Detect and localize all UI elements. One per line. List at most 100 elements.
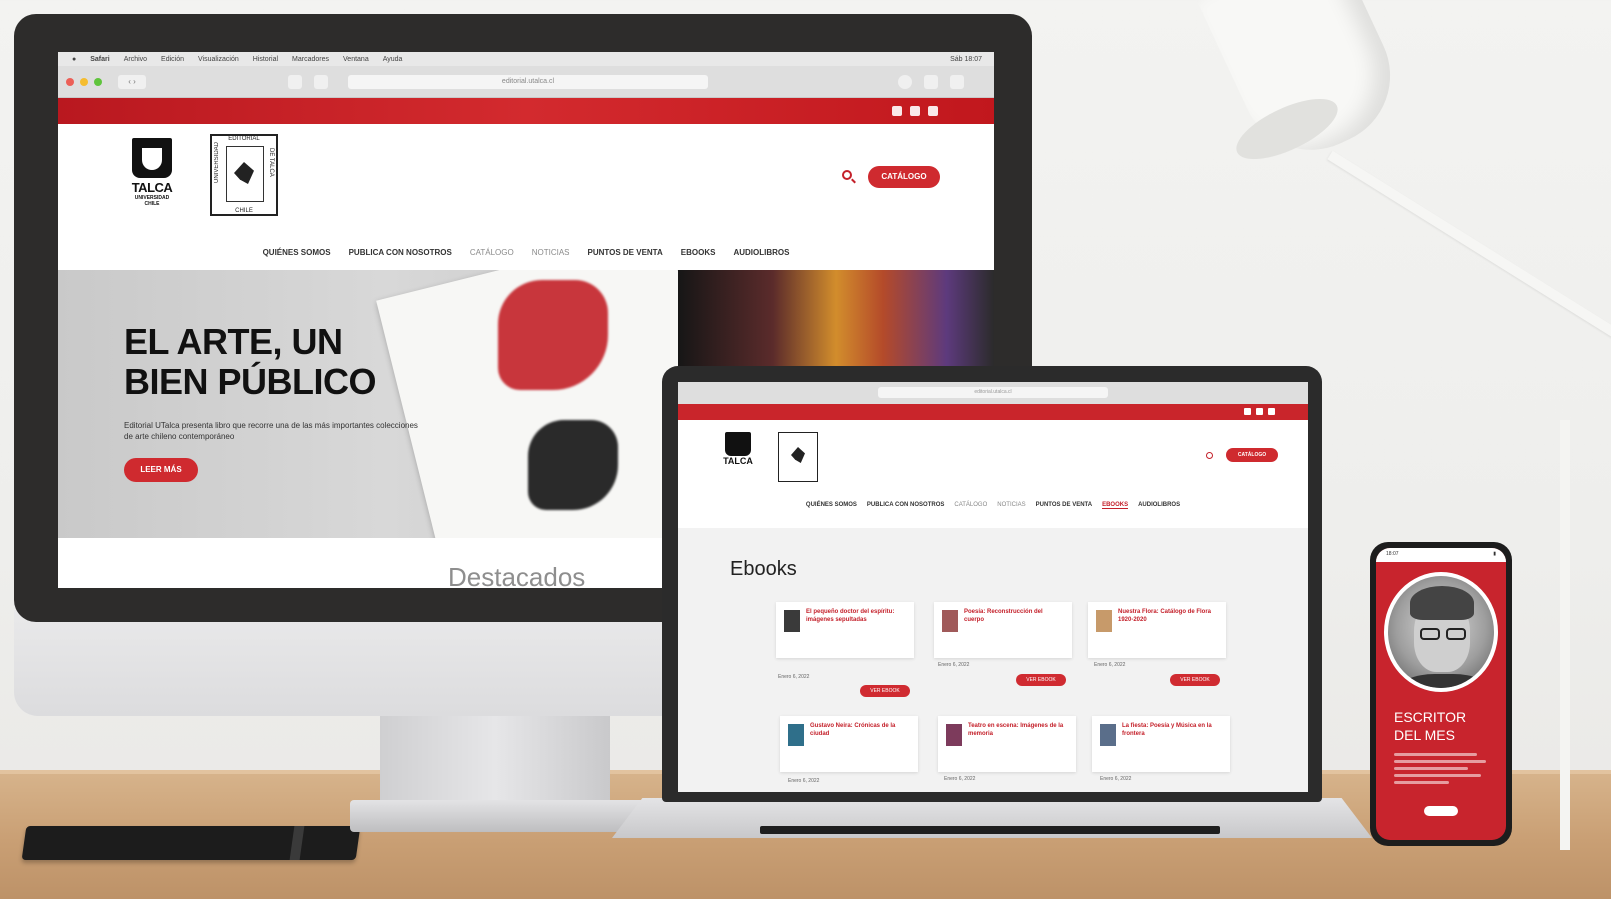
ebook-date: Enero 6, 2022: [1094, 662, 1126, 668]
view-ebook-button[interactable]: VER EBOOK: [1016, 674, 1066, 686]
nav-item-audiolibros[interactable]: AUDIOLIBROS: [733, 248, 789, 257]
laptop-top-red-bar: [678, 404, 1308, 420]
nav-item-catalogo[interactable]: CATÁLOGO: [470, 248, 514, 257]
menu-item[interactable]: Archivo: [124, 56, 147, 63]
back-forward-icon[interactable]: ‹ ›: [118, 75, 146, 89]
writer-description: [1394, 753, 1486, 788]
lamp-arm: [1327, 150, 1611, 351]
nav-item-quienes-somos[interactable]: QUIÉNES SOMOS: [806, 502, 857, 509]
utalca-logo[interactable]: TALCA: [718, 432, 758, 480]
menu-item[interactable]: Safari: [90, 56, 109, 63]
menu-item[interactable]: Ayuda: [383, 56, 403, 63]
youtube-icon[interactable]: [928, 106, 938, 116]
book-cover: [788, 724, 804, 746]
menu-item[interactable]: Historial: [253, 56, 278, 63]
ebook-title[interactable]: Nuestra Flora: Catálogo de Flora 1920-20…: [1118, 608, 1218, 624]
laptop-address-bar[interactable]: editorial.utalca.cl: [878, 387, 1108, 398]
address-bar[interactable]: editorial.utalca.cl: [348, 75, 708, 89]
book-cover: [946, 724, 962, 746]
laptop-browser-toolbar: editorial.utalca.cl: [678, 382, 1308, 404]
editorial-logo[interactable]: [778, 432, 818, 482]
privacy-icon[interactable]: [288, 75, 302, 89]
portrait-hair: [1410, 586, 1474, 620]
instagram-icon[interactable]: [1244, 408, 1251, 415]
writer-more-button[interactable]: [1424, 806, 1458, 816]
ebook-card[interactable]: Teatro en escena: Imágenes de la memoria: [938, 716, 1076, 772]
ebook-title[interactable]: El pequeño doctor del espíritu: imágenes…: [806, 608, 906, 624]
view-ebook-button[interactable]: VER EBOOK: [1170, 674, 1220, 686]
nav-item-ebooks[interactable]: EBOOKS: [1102, 502, 1129, 509]
menubar-clock: Sáb 18:07: [950, 55, 982, 63]
nav-item-publica[interactable]: PUBLICA CON NOSOTROS: [867, 502, 944, 509]
twitter-icon[interactable]: [910, 106, 920, 116]
top-red-bar: [58, 98, 994, 124]
menu-item[interactable]: Edición: [161, 56, 184, 63]
ebook-card[interactable]: Gustavo Neira: Crónicas de la ciudad: [780, 716, 918, 772]
view-ebook-button[interactable]: VER EBOOK: [860, 685, 910, 697]
read-more-button[interactable]: LEER MÁS: [124, 458, 198, 482]
editorial-logo-top: EDITORIAL: [228, 136, 260, 142]
close-window-button[interactable]: [66, 78, 74, 86]
download-icon[interactable]: [898, 75, 912, 89]
zoom-window-button[interactable]: [94, 78, 102, 86]
nav-item-quienes-somos[interactable]: QUIÉNES SOMOS: [263, 248, 331, 257]
nav-item-puntos-de-venta[interactable]: PUNTOS DE VENTA: [1036, 502, 1092, 509]
ebook-card[interactable]: Poesía: Reconstrucción del cuerpo: [934, 602, 1072, 658]
search-icon[interactable]: [842, 170, 852, 180]
logo-text: TALCA: [131, 180, 173, 195]
nav-item-catalogo[interactable]: CATÁLOGO: [954, 502, 987, 509]
logo-country: CHILE: [144, 201, 160, 207]
writer-title-line2: DEL MES: [1394, 727, 1455, 743]
ebook-card[interactable]: El pequeño doctor del espíritu: imágenes…: [776, 602, 914, 658]
menu-item[interactable]: Ventana: [343, 56, 369, 63]
ebook-title[interactable]: Teatro en escena: Imágenes de la memoria: [968, 722, 1068, 738]
ebook-title[interactable]: La fiesta: Poesía y Música en la fronter…: [1122, 722, 1222, 738]
minimize-window-button[interactable]: [80, 78, 88, 86]
nav-item-audiolibros[interactable]: AUDIOLIBROS: [1138, 502, 1180, 509]
nav-item-puntos-de-venta[interactable]: PUNTOS DE VENTA: [587, 248, 662, 257]
nav-item-publica[interactable]: PUBLICA CON NOSOTROS: [349, 248, 452, 257]
laptop-main-nav: QUIÉNES SOMOS PUBLICA CON NOSOTROS CATÁL…: [678, 502, 1308, 509]
search-icon[interactable]: [1206, 452, 1213, 459]
menu-item[interactable]: Visualización: [198, 56, 239, 63]
editorial-logo[interactable]: EDITORIAL UNIVERSIDAD DE TALCA CHILE: [210, 134, 278, 216]
menu-item[interactable]: Marcadores: [292, 56, 329, 63]
hero-title-line1: EL ARTE, UN: [124, 321, 343, 362]
page-title: Ebooks: [730, 558, 797, 580]
writer-portrait[interactable]: [1384, 572, 1498, 692]
phone-screen: 18:07 ▮ ESCRITOR DEL MES: [1376, 548, 1506, 840]
nav-item-noticias[interactable]: NOTICIAS: [532, 248, 570, 257]
notebook: [21, 826, 361, 860]
nav-item-noticias[interactable]: NOTICIAS: [997, 502, 1025, 509]
twitter-icon[interactable]: [1256, 408, 1263, 415]
glasses-icon: [1446, 628, 1466, 640]
writer-title-line1: ESCRITOR: [1394, 709, 1467, 725]
tabs-icon[interactable]: [950, 75, 964, 89]
ebook-date: Enero 6, 2022: [938, 662, 970, 668]
share-icon[interactable]: [924, 75, 938, 89]
logo-text: TALCA: [723, 456, 753, 466]
monitor-neck: [380, 716, 610, 806]
catalog-button[interactable]: CATÁLOGO: [868, 166, 940, 188]
shield-icon[interactable]: [314, 75, 328, 89]
bird-icon: [791, 447, 805, 463]
ebook-date: Enero 6, 2022: [944, 776, 976, 782]
catalog-button[interactable]: CATÁLOGO: [1226, 448, 1278, 462]
ebook-card[interactable]: La fiesta: Poesía y Música en la fronter…: [1092, 716, 1230, 772]
ebook-title[interactable]: Gustavo Neira: Crónicas de la ciudad: [810, 722, 910, 738]
ebook-date: Enero 6, 2022: [778, 674, 810, 680]
browser-toolbar: ‹ › editorial.utalca.cl: [58, 66, 994, 98]
youtube-icon[interactable]: [1268, 408, 1275, 415]
hero-subtitle: Editorial UTalca presenta libro que reco…: [124, 421, 418, 441]
utalca-logo[interactable]: TALCA UNIVERSIDAD CHILE: [124, 138, 180, 214]
book-cover: [1096, 610, 1112, 632]
nav-item-ebooks[interactable]: EBOOKS: [681, 248, 716, 257]
battery-icon: ▮: [1493, 551, 1496, 557]
apple-icon[interactable]: ●: [72, 56, 76, 63]
ebook-card[interactable]: Nuestra Flora: Catálogo de Flora 1920-20…: [1088, 602, 1226, 658]
book-cover: [1100, 724, 1116, 746]
ebook-title[interactable]: Poesía: Reconstrucción del cuerpo: [964, 608, 1064, 624]
laptop-hinge: [760, 826, 1220, 834]
ebook-date: Enero 6, 2022: [1100, 776, 1132, 782]
instagram-icon[interactable]: [892, 106, 902, 116]
